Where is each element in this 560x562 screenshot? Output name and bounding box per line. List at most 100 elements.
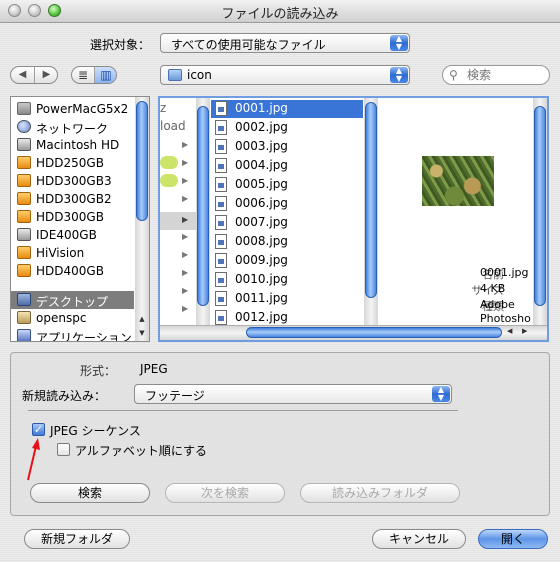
preview-size-value: 4 KB	[480, 282, 506, 295]
sidebar-item-label: HiVision	[36, 246, 85, 260]
back-forward-control: ◀ ▶	[10, 66, 58, 84]
hard-drive-icon	[17, 174, 31, 187]
network-icon	[17, 120, 31, 133]
disclosure-arrow-icon: ▶	[182, 176, 189, 185]
sidebar-item-hdd250gb[interactable]: HDD250GB	[11, 154, 134, 172]
file-row[interactable]: 0001.jpg	[211, 100, 363, 118]
horizontal-scrollbar[interactable]: ◀ ▶	[160, 325, 547, 340]
alphabetical-order-checkbox[interactable]	[57, 443, 70, 456]
forward-arrow-icon: ▶	[42, 69, 51, 80]
preview-pane: 名前 0001.jpg サイズ 4 KB 種類 Adobe Photosho	[382, 98, 547, 326]
file-name: 0006.jpg	[235, 196, 288, 210]
cancel-button[interactable]: キャンセル	[372, 529, 466, 549]
file-name: 0011.jpg	[235, 291, 288, 305]
scroll-thumb[interactable]	[197, 106, 209, 306]
preview-scrollbar[interactable]	[533, 98, 547, 326]
forward-button[interactable]: ▶	[34, 67, 57, 83]
jpeg-sequence-checkbox[interactable]: ✓	[32, 423, 45, 436]
back-button[interactable]: ◀	[11, 67, 34, 83]
sidebar-item-desktop[interactable]: デスクトップ	[11, 291, 134, 309]
import-as-value: フッテージ	[145, 389, 205, 403]
jpeg-sequence-label[interactable]: JPEG シーケンス	[50, 422, 141, 439]
sidebar-item-label: PowerMacG5x2	[36, 102, 129, 116]
sidebar-item-label: HDD400GB	[36, 264, 104, 278]
file-row[interactable]: 0002.jpg	[211, 119, 363, 137]
selected-folder-row[interactable]: ▶	[160, 212, 196, 230]
enable-popup-value: すべての使用可能なファイル	[171, 38, 326, 52]
sidebar-item-label: openspc	[36, 311, 87, 325]
previous-column-scrollbar[interactable]	[196, 98, 210, 326]
preview-name-value: 0001.jpg	[480, 266, 529, 279]
new-folder-button[interactable]: 新規フォルダ	[24, 529, 130, 549]
disclosure-arrow-icon: ▶	[182, 268, 189, 277]
sidebar-item-network[interactable]: ネットワーク	[11, 118, 134, 136]
search-input[interactable]	[465, 67, 549, 83]
sidebar-item-hdd300gb2[interactable]: HDD300GB2	[11, 190, 134, 208]
previous-column-item[interactable]: z	[160, 101, 166, 115]
file-column-scrollbar[interactable]	[364, 98, 378, 326]
file-row[interactable]: 0012.jpg	[211, 309, 363, 326]
sidebar-scroll-thumb[interactable]	[136, 101, 148, 221]
sidebar-item-powermac[interactable]: PowerMacG5x2	[11, 100, 134, 118]
list-view-button[interactable]: ≣	[72, 67, 94, 83]
hard-drive-icon	[17, 228, 31, 241]
hard-drive-icon	[17, 246, 31, 259]
file-row[interactable]: 0009.jpg	[211, 252, 363, 270]
find-button[interactable]: 検索	[30, 483, 150, 503]
sidebar-item-ide400gb[interactable]: IDE400GB	[11, 226, 134, 244]
find-again-button[interactable]: 次を検索	[165, 483, 285, 503]
file-name: 0009.jpg	[235, 253, 288, 267]
scroll-thumb[interactable]	[534, 106, 546, 306]
hard-drive-icon	[17, 192, 31, 205]
sidebar-item-applications[interactable]: アプリケーション	[11, 327, 134, 341]
file-row[interactable]: 0004.jpg	[211, 157, 363, 175]
scroll-down-arrow-icon[interactable]: ▼	[135, 327, 149, 339]
file-row[interactable]: 0003.jpg	[211, 138, 363, 156]
jpeg-file-icon	[215, 158, 227, 173]
file-name: 0005.jpg	[235, 177, 288, 191]
scroll-up-arrow-icon[interactable]: ▲	[135, 313, 149, 325]
scroll-left-arrow-icon[interactable]: ◀	[507, 327, 512, 335]
hard-drive-icon	[17, 138, 31, 151]
location-value: icon	[187, 68, 212, 82]
open-button[interactable]: 開く	[478, 529, 548, 549]
search-field[interactable]: ⚲	[442, 65, 550, 85]
column-view-button[interactable]: ▥	[94, 67, 116, 83]
file-row[interactable]: 0006.jpg	[211, 195, 363, 213]
jpeg-file-icon	[215, 101, 227, 116]
sidebar-item-hdd300gb3[interactable]: HDD300GB3	[11, 172, 134, 190]
jpeg-file-icon	[215, 215, 227, 230]
jpeg-file-icon	[215, 177, 227, 192]
sidebar-scrollbar[interactable]: ▲ ▼	[135, 97, 149, 341]
enable-popup[interactable]: すべての使用可能なファイル ▲ ▼	[160, 33, 410, 53]
back-arrow-icon: ◀	[18, 69, 27, 80]
divider	[28, 410, 458, 411]
folder-item[interactable]	[160, 174, 178, 187]
scroll-thumb[interactable]	[365, 102, 377, 298]
alphabetical-order-label[interactable]: アルファベット順にする	[75, 442, 207, 459]
preview-kind-value: Photosho	[480, 312, 531, 325]
import-folder-button[interactable]: 読み込みフォルダ	[300, 483, 460, 503]
file-row[interactable]: 0008.jpg	[211, 233, 363, 251]
previous-column: z load ▶ ▶ ▶ ▶ ▶ ▶ ▶ ▶ ▶ ▶	[160, 98, 197, 326]
file-row[interactable]: 0010.jpg	[211, 271, 363, 289]
horizontal-scroll-thumb[interactable]	[246, 327, 502, 338]
sidebar-item-hdd400gb[interactable]: HDD400GB	[11, 262, 134, 280]
preview-kind-value: Adobe	[480, 298, 515, 311]
sidebar-item-macintosh-hd[interactable]: Macintosh HD	[11, 136, 134, 154]
sidebar-item-hdd300gb[interactable]: HDD300GB	[11, 208, 134, 226]
sidebar-item-hivision[interactable]: HiVision	[11, 244, 134, 262]
file-row[interactable]: 0007.jpg	[211, 214, 363, 232]
disclosure-arrow-icon: ▶	[182, 194, 189, 203]
folder-item[interactable]	[160, 156, 178, 169]
home-icon	[17, 311, 31, 324]
sidebar-item-openspc[interactable]: openspc	[11, 309, 134, 327]
location-popup[interactable]: icon ▲ ▼	[160, 65, 410, 85]
import-as-popup[interactable]: フッテージ ▲ ▼	[134, 384, 452, 404]
file-row[interactable]: 0011.jpg	[211, 290, 363, 308]
file-name: 0003.jpg	[235, 139, 288, 153]
file-row[interactable]: 0005.jpg	[211, 176, 363, 194]
popup-arrows-icon: ▲ ▼	[390, 35, 408, 51]
scroll-right-arrow-icon[interactable]: ▶	[522, 327, 527, 335]
previous-column-item[interactable]: load	[160, 119, 186, 133]
